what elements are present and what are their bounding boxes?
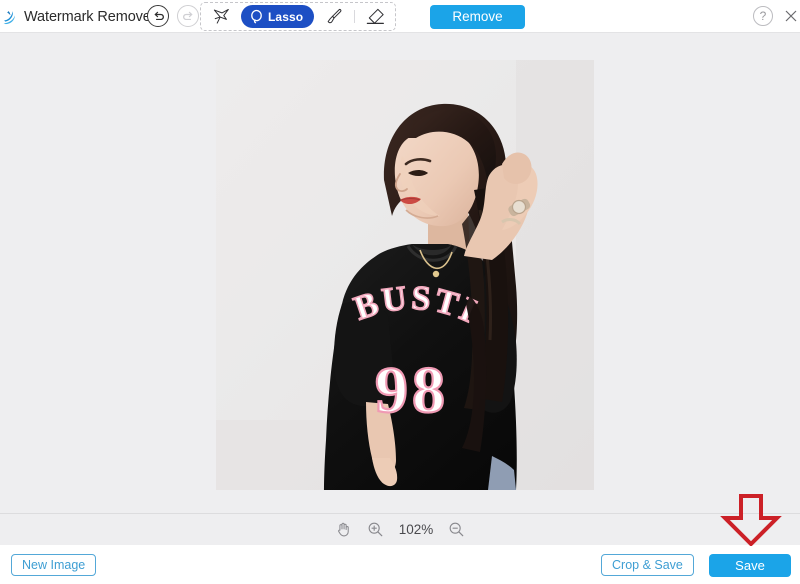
save-button[interactable]: Save bbox=[709, 554, 791, 577]
help-icon[interactable]: ? bbox=[753, 6, 773, 26]
undo-button[interactable] bbox=[147, 5, 169, 27]
app-title: Watermark Remover bbox=[24, 8, 156, 25]
tool-divider bbox=[354, 10, 356, 23]
lasso-icon bbox=[249, 9, 264, 24]
app-brand: Watermark Remover bbox=[2, 0, 156, 33]
close-x-icon[interactable] bbox=[783, 8, 799, 24]
redo-button[interactable] bbox=[177, 5, 199, 27]
tool-polygon-lasso[interactable] bbox=[210, 6, 232, 28]
tool-lasso[interactable]: Lasso bbox=[241, 5, 315, 28]
hand-pan-icon[interactable] bbox=[335, 521, 352, 538]
zoom-level: 102% bbox=[398, 522, 434, 537]
watermark-remover-window: Watermark Remover Lasso Remove ? BUST 98… bbox=[0, 0, 800, 584]
eraser-icon bbox=[366, 8, 384, 24]
new-image-button[interactable]: New Image bbox=[11, 554, 97, 576]
zoom-in-icon[interactable] bbox=[367, 521, 384, 538]
photo-container[interactable]: BUSTI 98 bbox=[216, 60, 594, 490]
redo-arrow-icon bbox=[182, 11, 193, 20]
tool-brush[interactable] bbox=[323, 6, 345, 28]
tool-eraser[interactable] bbox=[364, 6, 386, 28]
svg-text:98: 98 bbox=[375, 354, 449, 427]
bottom-action-bar: New Image Crop & Save Save bbox=[0, 545, 800, 584]
remove-button[interactable]: Remove bbox=[430, 5, 525, 29]
top-toolbar: Watermark Remover Lasso Remove ? bbox=[0, 0, 800, 33]
tool-group: Lasso bbox=[200, 2, 397, 31]
zoom-out-icon[interactable] bbox=[448, 521, 465, 538]
tool-lasso-label: Lasso bbox=[268, 9, 304, 24]
undo-arrow-icon bbox=[153, 11, 164, 20]
wave-logo-icon bbox=[2, 7, 22, 27]
crop-and-save-button[interactable]: Crop & Save bbox=[601, 554, 694, 576]
polygon-lasso-icon bbox=[213, 8, 229, 24]
top-right-controls: ? bbox=[753, 6, 800, 26]
zoom-toolbar: 102% bbox=[0, 513, 800, 545]
image-canvas[interactable]: BUSTI 98 bbox=[0, 33, 800, 513]
brush-icon bbox=[327, 8, 342, 24]
history-controls bbox=[147, 5, 199, 27]
subject-photo: BUSTI 98 bbox=[216, 60, 594, 490]
